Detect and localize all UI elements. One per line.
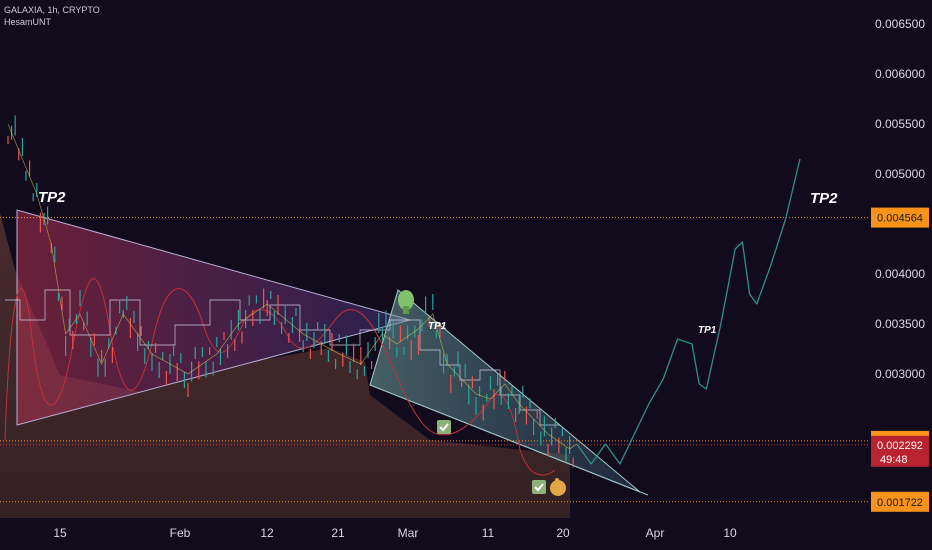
x-tick-label: 21 [331,526,345,540]
y-tick-label: 0.005000 [875,167,925,181]
x-axis[interactable]: 15 Feb 12 21 Mar 11 20 Apr 10 [53,526,737,540]
price-chart[interactable]: TP2 TP1 TP1 TP2 0.006500 0.006000 0.005500… [0,0,932,550]
annotation-tp1-right: TP1 [698,325,717,336]
x-tick-label: 12 [260,526,274,540]
annotation-tp2-left: TP2 [38,189,66,206]
last-price-label: 0.002292 [877,440,923,452]
chart-header: GALAXIA, 1h, CRYPTO HesamUNT [4,4,100,28]
y-tick-label: 0.005500 [875,117,925,131]
x-tick-label: 15 [53,526,67,540]
x-tick-label: Mar [398,526,419,540]
y-tick-label: 0.006500 [875,17,925,31]
x-tick-label: 11 [482,526,495,540]
check-icon [437,420,451,434]
price-level-label: 0.004564 [877,213,923,225]
y-tick-label: 0.003500 [875,317,925,331]
y-tick-label: 0.004000 [875,267,925,281]
check-icon [532,480,546,494]
annotation-tp2-right: TP2 [810,190,838,207]
countdown-label: 49:48 [880,454,908,466]
x-tick-label: Feb [170,526,191,540]
y-tick-label: 0.003000 [875,367,925,381]
annotation-tp1-left: TP1 [428,321,447,332]
x-tick-label: Apr [646,526,665,540]
indicator-label[interactable]: HesamUNT [4,16,100,28]
symbol-label[interactable]: GALAXIA, 1h, CRYPTO [4,4,100,16]
y-tick-label: 0.006000 [875,67,925,81]
x-tick-label: 10 [723,526,737,540]
last-price-badge: 0.002292 49:48 [871,435,929,467]
x-tick-label: 20 [556,526,570,540]
price-level-label: 0.001722 [877,497,923,509]
chart-root: TP2 TP1 TP1 TP2 0.006500 0.006000 0.005500… [0,0,932,550]
